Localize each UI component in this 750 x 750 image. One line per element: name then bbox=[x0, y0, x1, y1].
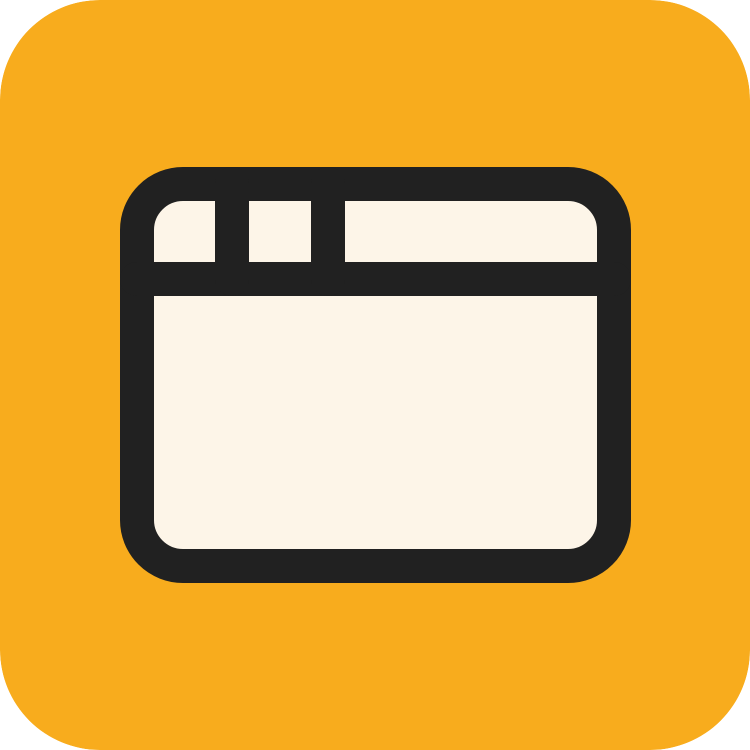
window-frame bbox=[120, 167, 631, 583]
app-icon-tile[interactable] bbox=[0, 0, 750, 750]
browser-window-icon bbox=[0, 0, 750, 750]
